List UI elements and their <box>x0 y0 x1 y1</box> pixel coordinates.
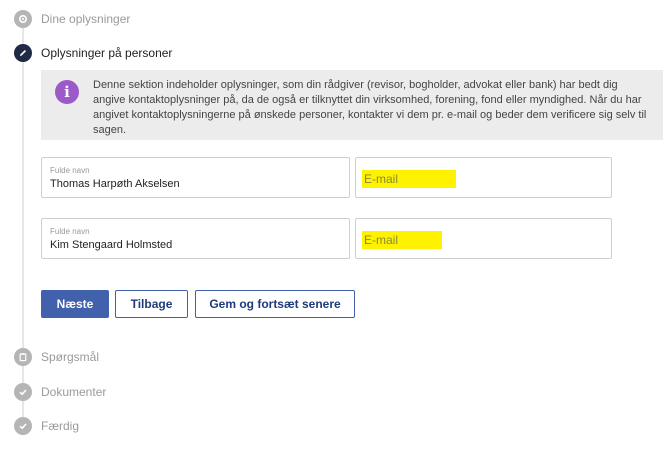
email-field[interactable] <box>355 157 612 198</box>
full-name-label: Fulde navn <box>50 227 90 236</box>
gear-icon <box>14 10 32 28</box>
step-label: Dokumenter <box>41 385 107 399</box>
full-name-input[interactable] <box>50 239 340 251</box>
pencil-icon <box>14 44 32 62</box>
back-button[interactable]: Tilbage <box>115 290 188 318</box>
step-label: Dine oplysninger <box>41 12 131 26</box>
step-oplysninger-paa-personer[interactable]: Oplysninger på personer <box>14 44 172 62</box>
step-faerdig[interactable]: Færdig <box>14 417 79 435</box>
info-text: Denne sektion indeholder oplysninger, so… <box>93 79 647 136</box>
email-input[interactable] <box>362 170 456 188</box>
email-input[interactable] <box>362 231 442 249</box>
step-dine-oplysninger[interactable]: Dine oplysninger <box>14 10 130 28</box>
info-icon: i <box>55 80 79 104</box>
save-later-button[interactable]: Gem og fortsæt senere <box>195 290 355 318</box>
full-name-input[interactable] <box>50 178 340 190</box>
email-field[interactable] <box>355 218 612 259</box>
step-label: Oplysninger på personer <box>41 46 173 60</box>
info-box: i Denne sektion indeholder oplysninger, … <box>41 70 663 140</box>
step-spoergsmaal[interactable]: Spørgsmål <box>14 348 99 366</box>
step-dokumenter[interactable]: Dokumenter <box>14 383 106 401</box>
check-icon <box>14 383 32 401</box>
next-button[interactable]: Næste <box>41 290 109 318</box>
full-name-label: Fulde navn <box>50 166 90 175</box>
check-icon <box>14 417 32 435</box>
full-name-field[interactable]: Fulde navn <box>41 157 350 198</box>
clipboard-icon <box>14 348 32 366</box>
steps-timeline-line <box>22 28 24 428</box>
step-label: Færdig <box>41 419 80 433</box>
full-name-field[interactable]: Fulde navn <box>41 218 350 259</box>
step-label: Spørgsmål <box>41 350 100 364</box>
